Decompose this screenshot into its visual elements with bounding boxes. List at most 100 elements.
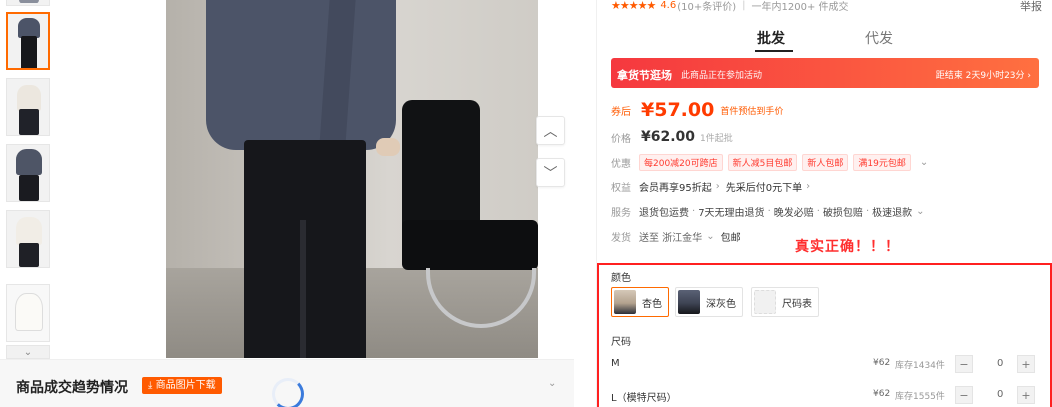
- rights-item[interactable]: 会员再享95折起: [639, 179, 712, 194]
- promo-banner[interactable]: 拿货节逛场 此商品正在参加活动 距结束 2天9小时23分 ›: [611, 58, 1039, 88]
- coupon-price-row: 券后 ¥57.00 首件预估到手价: [611, 99, 783, 121]
- tab-wholesale[interactable]: 批发: [757, 28, 785, 48]
- tab-indicator: [755, 50, 793, 52]
- product-page: ⌄ ︿ ﹀ 商品成交趋势情况 ⤓ 商品图片下载 ⌄ ★★★★★ 4.6 (10+…: [0, 0, 1052, 407]
- tab-dropship[interactable]: 代发: [865, 28, 893, 48]
- increment-button[interactable]: +: [1017, 386, 1035, 404]
- coupon-price-note: 首件预估到手价: [720, 106, 784, 117]
- chevron-right-icon[interactable]: ›: [806, 181, 810, 192]
- service-item: 破损包赔: [822, 208, 863, 219]
- shipping-row: 发货 送至 浙江金华 ⌄ 包邮: [611, 229, 741, 244]
- chevron-down-icon[interactable]: ⌄: [706, 231, 714, 242]
- coupon-price-label: 券后: [611, 106, 631, 118]
- price-value: ¥62.00: [641, 129, 696, 145]
- size-name: L（模特尺码）: [611, 393, 677, 404]
- service-item: 晚发必赔: [773, 208, 814, 219]
- thumbnail-strip: ⌄: [0, 0, 62, 407]
- service-row: 服务 退货包运费 · 7天无理由退货 · 晚发必赔 · 破损包赔 · 极速退款 …: [611, 206, 925, 219]
- size-stock: 库存1555件: [895, 392, 945, 402]
- expand-chevron-icon[interactable]: ⌄: [548, 378, 556, 389]
- rights-label: 权益: [611, 183, 631, 194]
- thumbnail-4[interactable]: [6, 210, 50, 268]
- chevron-up-icon: ︿: [543, 123, 558, 140]
- promo-tag: 拿货节逛场: [617, 69, 672, 82]
- coupon-tag[interactable]: 满19元包邮: [853, 154, 911, 171]
- rights-row: 权益 会员再享95折起 › 先采后付0元下单 ›: [611, 179, 816, 194]
- divider: |: [742, 0, 746, 11]
- shipping-destination[interactable]: 送至 浙江金华: [639, 229, 702, 244]
- product-info-panel: ★★★★★ 4.6 (10+条评价) | 一年内1200+ 件成交 举报 批发 …: [596, 0, 1052, 407]
- rights-item[interactable]: 先采后付0元下单: [726, 179, 802, 194]
- rating-row: ★★★★★ 4.6 (10+条评价) | 一年内1200+ 件成交: [611, 0, 849, 13]
- thumbnail-scroll-down[interactable]: ⌄: [6, 345, 50, 359]
- chevron-down-icon: ﹀: [543, 165, 558, 182]
- main-product-photo[interactable]: [166, 0, 538, 358]
- increment-button[interactable]: +: [1017, 355, 1035, 373]
- shipping-free: 包邮: [720, 233, 741, 244]
- size-price: ¥62: [873, 358, 891, 368]
- color-option-apricot[interactable]: 杏色: [611, 287, 669, 317]
- thumbnail-0[interactable]: [6, 0, 50, 6]
- loading-spinner-icon: [272, 378, 304, 407]
- color-option-label: 深灰色: [706, 298, 736, 310]
- thumbnail-5[interactable]: [6, 284, 50, 342]
- thumbnail-3[interactable]: [6, 144, 50, 202]
- thumbnail-2[interactable]: [6, 78, 50, 136]
- coupon-tag[interactable]: 每200减20可跨店: [639, 154, 723, 171]
- review-count[interactable]: (10+条评价): [677, 0, 736, 13]
- decrement-button[interactable]: −: [955, 386, 973, 404]
- rating-stars-icon: ★★★★★: [611, 0, 656, 12]
- thumbnail-1[interactable]: [6, 12, 50, 70]
- size-title: 尺码: [611, 337, 631, 348]
- discount-label: 优惠: [611, 159, 631, 170]
- sold-count: 一年内1200+ 件成交: [751, 1, 849, 13]
- size-name: M: [611, 358, 620, 369]
- coupon-price: ¥57.00: [641, 99, 715, 121]
- size-stock: 库存1434件: [895, 361, 945, 371]
- color-option-label: 杏色: [642, 298, 662, 310]
- chevron-down-icon: ⌄: [23, 346, 33, 358]
- image-download-button[interactable]: ⤓ 商品图片下载: [142, 377, 222, 394]
- image-prev-button[interactable]: ︿: [536, 116, 565, 145]
- swatch-image: [614, 290, 636, 314]
- promo-text: 此商品正在参加活动: [681, 71, 763, 81]
- quantity-value[interactable]: 0: [997, 358, 1003, 369]
- download-label: 商品图片下载: [155, 380, 216, 391]
- spec-selector: 颜色 杏色 深灰色 尺码表 尺码 M ¥62 库存1434件 − 0 + L（模…: [597, 263, 1052, 407]
- coupon-tag[interactable]: 新人减5目包邮: [727, 154, 798, 171]
- purchase-mode-tabs: 批发 代发: [597, 28, 1052, 52]
- chevron-down-icon[interactable]: ⌄: [920, 157, 928, 168]
- color-option-size-chart[interactable]: 尺码表: [751, 287, 819, 317]
- quantity-value[interactable]: 0: [997, 389, 1003, 400]
- price-label: 价格: [611, 133, 631, 145]
- chevron-right-icon[interactable]: ›: [716, 181, 720, 192]
- color-option-label: 尺码表: [782, 298, 812, 310]
- rating-score: 4.6: [660, 0, 677, 11]
- size-row: L（模特尺码） ¥62 库存1555件 − 0 +: [611, 386, 1035, 406]
- promo-countdown: 距结束 2天9小时23分 ›: [935, 71, 1031, 81]
- download-icon: ⤓: [148, 380, 153, 391]
- main-image-area: [62, 0, 574, 358]
- service-label: 服务: [611, 208, 631, 219]
- size-price: ¥62: [873, 389, 891, 399]
- swatch-image: [754, 290, 776, 314]
- chevron-down-icon[interactable]: ⌄: [916, 206, 924, 217]
- discount-row: 优惠 每200减20可跨店 新人减5目包邮 新人包邮 满19元包邮 ⌄: [611, 154, 934, 171]
- min-order: 1件起批: [700, 133, 733, 144]
- annotation-note: 真实正确！！！: [795, 239, 900, 255]
- color-title: 颜色: [611, 273, 631, 284]
- service-item: 退货包运费: [639, 208, 689, 219]
- image-next-button[interactable]: ﹀: [536, 158, 565, 187]
- size-row: M ¥62 库存1434件 − 0 +: [611, 355, 1035, 375]
- decrement-button[interactable]: −: [955, 355, 973, 373]
- shipping-label: 发货: [611, 233, 631, 244]
- coupon-tag[interactable]: 新人包邮: [802, 154, 849, 171]
- service-item: 7天无理由退货: [698, 208, 765, 219]
- swatch-image: [678, 290, 700, 314]
- color-option-darkgray[interactable]: 深灰色: [675, 287, 743, 317]
- price-row: 价格 ¥62.00 1件起批: [611, 129, 733, 145]
- service-item: 极速退款: [872, 208, 913, 219]
- report-link[interactable]: 举报: [1020, 0, 1042, 14]
- trend-title: 商品成交趋势情况: [16, 380, 128, 396]
- trend-section: 商品成交趋势情况 ⤓ 商品图片下载 ⌄: [0, 359, 574, 407]
